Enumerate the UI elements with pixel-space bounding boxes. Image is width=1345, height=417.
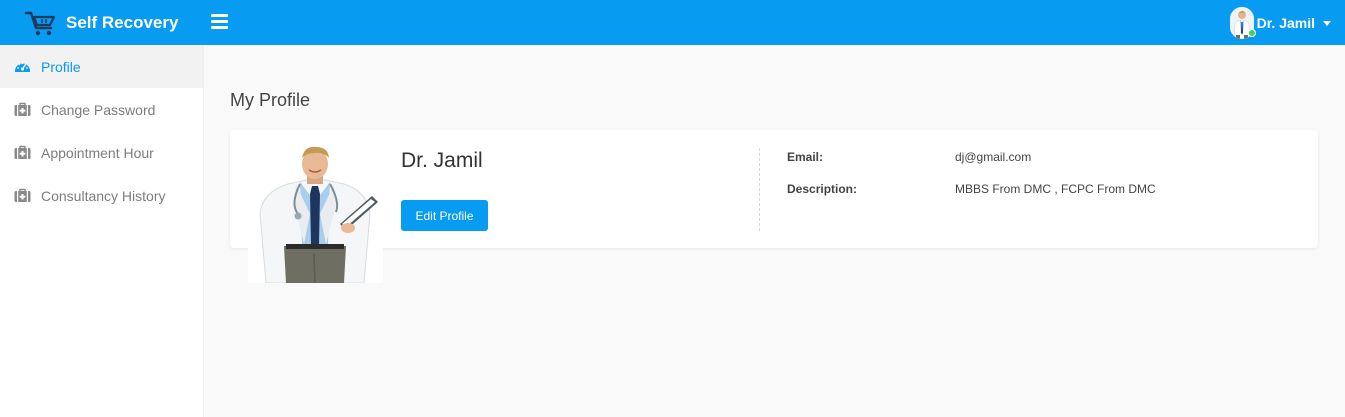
sidebar-item-appointment-hour[interactable]: Appointment Hour (0, 131, 203, 174)
description-value: MBBS From DMC , FCPC From DMC (955, 182, 1156, 196)
edit-profile-button[interactable]: Edit Profile (401, 200, 488, 231)
sidebar-item-consultancy-history[interactable]: Consultancy History (0, 174, 203, 217)
brand-logo-link[interactable]: Self Recovery (24, 8, 178, 38)
card-divider (759, 148, 760, 231)
doctor-name: Dr. Jamil (401, 149, 483, 172)
medkit-icon (13, 145, 31, 161)
profile-photo (248, 144, 383, 283)
sidebar-item-label: Appointment Hour (41, 144, 154, 161)
sidebar-item-profile[interactable]: Profile (0, 45, 203, 88)
email-label: Email: (787, 150, 824, 164)
email-value: dj@gmail.com (955, 150, 1032, 164)
user-name: Dr. Jamil (1256, 15, 1315, 31)
sidebar-item-label: Consultancy History (41, 187, 166, 204)
caret-down-icon (1323, 20, 1331, 26)
sidebar: Profile Change Password Appointment Hour (0, 45, 204, 417)
dashboard-icon (13, 59, 31, 75)
cart-icon (24, 11, 56, 36)
brand-name: Self Recovery (66, 13, 179, 32)
sidebar-item-label: Profile (41, 58, 81, 75)
page-title: My Profile (230, 90, 311, 110)
sidebar-item-change-password[interactable]: Change Password (0, 88, 203, 131)
sidebar-toggle-icon[interactable] (211, 14, 229, 30)
description-label: Description: (787, 182, 858, 196)
top-navbar: Self Recovery Dr. Jamil (0, 0, 1345, 45)
user-menu-dropdown[interactable]: Dr. Jamil (1229, 6, 1331, 40)
medkit-icon (13, 102, 31, 118)
medkit-icon (13, 188, 31, 204)
sidebar-item-label: Change Password (41, 101, 156, 118)
online-status-dot (1247, 29, 1256, 37)
avatar (1229, 7, 1256, 40)
